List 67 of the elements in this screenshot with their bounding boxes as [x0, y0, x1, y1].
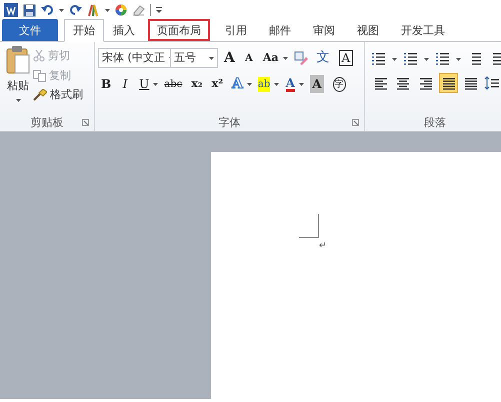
redo-icon[interactable]	[69, 4, 82, 16]
format-painter-button[interactable]: 格式刷	[33, 87, 83, 104]
align-right-icon	[418, 76, 433, 90]
grow-button[interactable]: A	[221, 48, 238, 68]
shrink-button[interactable]: A	[240, 48, 257, 68]
caret-icon[interactable]	[299, 82, 304, 86]
ribbon-tab[interactable]: 插入	[104, 19, 144, 41]
scissors-icon	[33, 50, 45, 62]
brushes-icon[interactable]	[87, 4, 100, 16]
bold-button[interactable]: B	[98, 74, 114, 94]
caret-icon[interactable]	[16, 98, 20, 102]
dialog-launcher-icon[interactable]	[82, 119, 89, 126]
phonetic-button[interactable]: 文	[314, 48, 333, 68]
sub-button[interactable]: x₂	[188, 74, 206, 94]
brush-icon	[33, 89, 47, 102]
multilevel-list-icon[interactable]	[435, 52, 450, 66]
paragraph-mark: ↵	[319, 240, 327, 253]
file-tab[interactable]: 文件	[2, 19, 58, 41]
caret-icon[interactable]	[274, 82, 280, 86]
group-label: 字体	[218, 115, 240, 131]
align-justify-icon	[442, 76, 456, 90]
caret-icon[interactable]	[392, 58, 397, 60]
paste-button[interactable]: 粘贴	[7, 78, 29, 94]
caret-icon[interactable]	[424, 58, 429, 60]
bullets-icon[interactable]	[371, 52, 386, 66]
align-justify-button[interactable]	[438, 73, 458, 93]
caret-icon[interactable]	[209, 56, 214, 60]
caret-icon[interactable]	[456, 58, 461, 60]
caret-icon[interactable]	[282, 56, 288, 60]
caret-icon[interactable]	[153, 82, 158, 86]
customize-icon[interactable]	[156, 7, 162, 13]
ribbon-tab[interactable]: 引用	[216, 19, 256, 41]
ribbon-tab[interactable]: 审阅	[304, 19, 344, 41]
group-label: 剪贴板	[30, 115, 64, 131]
separator-icon	[150, 4, 151, 16]
group-label: 段落	[424, 115, 446, 131]
eraser-icon[interactable]	[132, 4, 145, 16]
numbering-icon[interactable]	[403, 52, 418, 66]
font-name-field[interactable]: 宋体 (中文正	[98, 48, 171, 68]
caret-icon[interactable]	[105, 8, 110, 12]
copy-icon	[33, 70, 46, 82]
clipboard-icon[interactable]	[6, 45, 30, 75]
align-left-icon	[374, 76, 388, 90]
caret-icon[interactable]	[59, 8, 64, 12]
ribbon-tab[interactable]: 页面布局	[148, 19, 210, 41]
ribbon-tab[interactable]: 开发工具	[392, 19, 454, 41]
ribbon-tab[interactable]: 视图	[348, 19, 388, 41]
line-spacing-icon[interactable]	[484, 76, 499, 90]
margin-corner-mark	[299, 214, 319, 238]
save-icon[interactable]	[23, 4, 36, 16]
underline-button[interactable]: U	[136, 74, 152, 94]
clear-format-icon	[294, 51, 308, 65]
caret-icon[interactable]	[246, 82, 252, 86]
font-size-field[interactable]: 五号	[170, 48, 218, 68]
app-logo-icon	[4, 3, 18, 17]
case-button[interactable]: Aa	[260, 48, 282, 68]
align-center-icon	[396, 76, 410, 90]
sup-button[interactable]: x²	[208, 74, 226, 94]
color-button[interactable]: A	[282, 74, 298, 94]
color-wheel-icon[interactable]	[115, 4, 127, 16]
dialog-launcher-icon[interactable]	[352, 119, 359, 126]
italic-button[interactable]: I	[117, 74, 134, 94]
ribbon-tab[interactable]: 邮件	[260, 19, 300, 41]
strike-button[interactable]: abc	[161, 74, 186, 94]
undo-icon[interactable]	[41, 4, 54, 16]
ribbon-tab[interactable]: 开始	[64, 19, 104, 42]
align-distribute-icon	[464, 76, 478, 90]
